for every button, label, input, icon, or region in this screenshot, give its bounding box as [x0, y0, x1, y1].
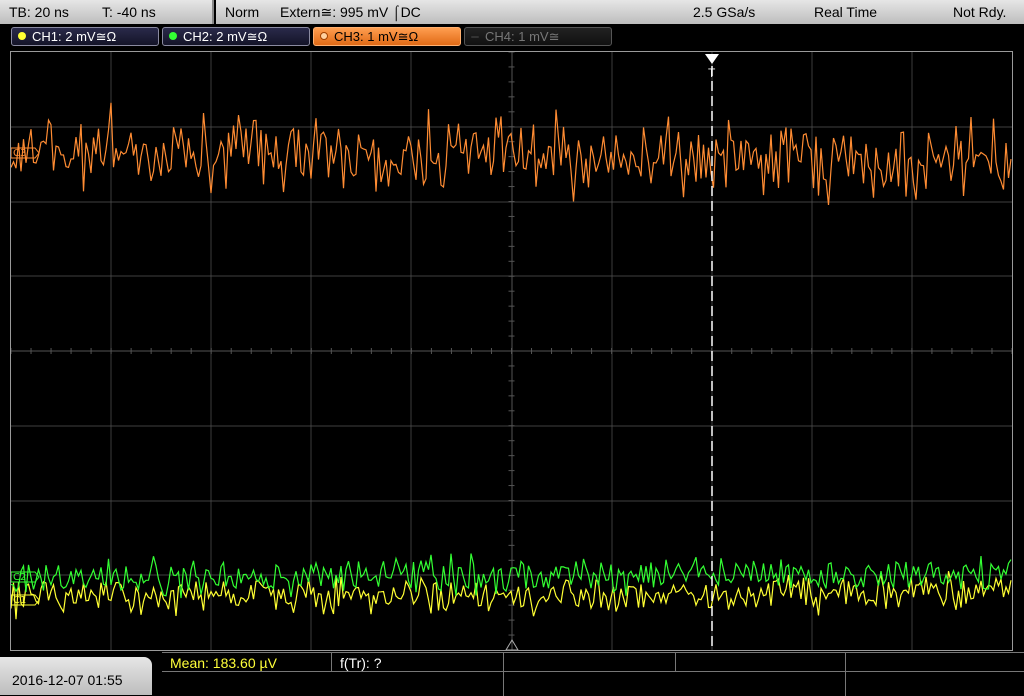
channel-3-marker-label: C3	[13, 148, 26, 159]
measurement-cell-4[interactable]	[676, 653, 846, 672]
measurement-cell-6[interactable]	[162, 672, 504, 696]
waveform-plot: T C3 C2 C1	[11, 52, 1012, 650]
timebase-panel[interactable]: TB: 20 ns T: -40 ns	[0, 0, 214, 24]
status-bar: TB: 20 ns T: -40 ns Norm Extern≅: 995 mV…	[0, 0, 1024, 24]
channel-1-indicator-icon	[18, 32, 26, 40]
channel-4-tab[interactable]: CH4: 1 mV≅	[464, 27, 612, 46]
bottom-bar: 2016-12-07 01:55 Mean: 183.60 µV f(Tr): …	[0, 652, 1024, 696]
trigger-mode: Norm	[225, 4, 260, 20]
channel-2-indicator-icon	[169, 32, 177, 40]
channel-3-label: CH3: 1 mV≅Ω	[334, 29, 419, 44]
trigger-source: Extern≅: 995 mV ⌠DC	[280, 4, 421, 20]
mean-measurement-cell[interactable]: Mean: 183.60 µV	[162, 653, 332, 672]
waveform-display[interactable]: T C3 C2 C1	[10, 51, 1013, 651]
trigger-arrow-icon[interactable]	[705, 54, 719, 64]
channel-3-tab[interactable]: CH3: 1 mV≅Ω	[313, 27, 461, 46]
channel-1-label: CH1: 2 mV≅Ω	[32, 29, 117, 44]
channel-4-indicator-icon	[471, 36, 479, 38]
acquisition-mode: Real Time	[814, 4, 878, 20]
datetime-panel[interactable]: 2016-12-07 01:55	[0, 657, 152, 695]
mean-measurement: Mean: 183.60 µV	[170, 655, 277, 671]
timebase-readout: TB: 20 ns	[9, 4, 69, 20]
measurement-cell-5[interactable]	[846, 653, 1024, 672]
trigger-marker-label: T	[708, 66, 716, 80]
acquisition-state: Not Rdy.	[953, 4, 1007, 20]
ftr-measurement: f(Tr): ?	[340, 655, 382, 671]
channel-1-marker-label: C1	[13, 595, 26, 606]
datetime-readout: 2016-12-07 01:55	[12, 672, 123, 688]
channel-2-marker-label: C2	[13, 572, 26, 583]
channel-3-trace	[11, 102, 1012, 205]
measurement-cell-7[interactable]	[504, 672, 846, 696]
channel-1-tab[interactable]: CH1: 2 mV≅Ω	[11, 27, 159, 46]
trigger-time-readout: T: -40 ns	[102, 4, 156, 20]
measurement-panel: Mean: 183.60 µV f(Tr): ?	[162, 652, 1024, 696]
sample-rate: 2.5 GSa/s	[693, 4, 756, 20]
measurement-cell-3[interactable]	[504, 653, 676, 672]
channel-4-label: CH4: 1 mV≅	[485, 29, 560, 44]
measurement-cell-8[interactable]	[846, 672, 1024, 696]
channel-tabs: CH1: 2 mV≅Ω CH2: 2 mV≅Ω CH3: 1 mV≅Ω CH4:…	[0, 24, 1024, 49]
channel-2-tab[interactable]: CH2: 2 mV≅Ω	[162, 27, 310, 46]
channel-2-label: CH2: 2 mV≅Ω	[183, 29, 268, 44]
ftr-measurement-cell[interactable]: f(Tr): ?	[332, 653, 504, 672]
trigger-panel[interactable]: Norm Extern≅: 995 mV ⌠DC 2.5 GSa/s Real …	[216, 0, 1024, 24]
channel-3-indicator-icon	[320, 32, 328, 40]
